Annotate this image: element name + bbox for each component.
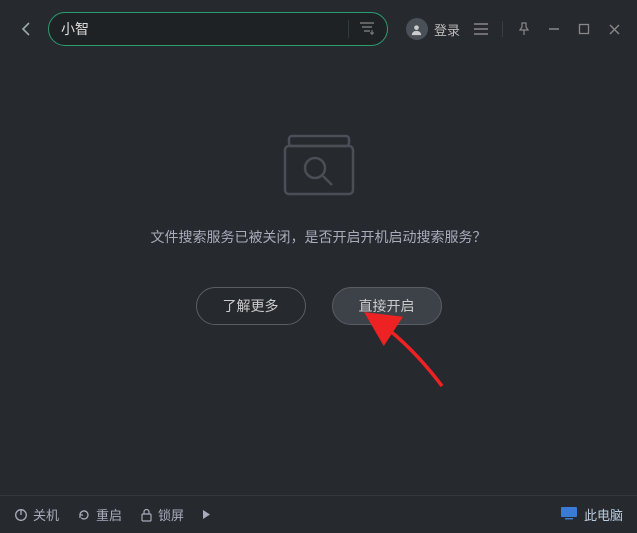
learn-more-button[interactable]: 了解更多 — [196, 287, 306, 325]
pin-icon[interactable] — [515, 20, 533, 38]
minimize-icon[interactable] — [545, 20, 563, 38]
maximize-icon[interactable] — [575, 20, 593, 38]
login-label: 登录 — [434, 20, 460, 39]
this-pc-button[interactable]: 此电脑 — [560, 505, 623, 524]
lock-label: 锁屏 — [158, 505, 184, 524]
enable-now-button[interactable]: 直接开启 — [332, 287, 442, 325]
avatar-icon — [406, 18, 428, 40]
filter-icon[interactable] — [359, 21, 375, 37]
login-button[interactable]: 登录 — [406, 18, 460, 40]
lock-button[interactable]: 锁屏 — [140, 505, 184, 524]
divider — [502, 21, 503, 37]
empty-message: 文件搜索服务已被关闭，是否开启开机启动搜索服务？ — [151, 227, 487, 247]
back-button[interactable] — [14, 17, 38, 41]
search-box[interactable] — [48, 12, 388, 46]
play-icon[interactable] — [202, 509, 211, 520]
bottom-bar: 关机 重启 锁屏 此电脑 — [0, 495, 637, 533]
shutdown-label: 关机 — [33, 505, 59, 524]
menu-icon[interactable] — [472, 20, 490, 38]
close-icon[interactable] — [605, 20, 623, 38]
restart-label: 重启 — [96, 505, 122, 524]
computer-icon — [560, 506, 578, 523]
main-content: 文件搜索服务已被关闭，是否开启开机启动搜索服务？ 了解更多 直接开启 — [0, 60, 637, 493]
restart-button[interactable]: 重启 — [77, 505, 122, 524]
this-pc-label: 此电脑 — [584, 505, 623, 524]
shutdown-button[interactable]: 关机 — [14, 505, 59, 524]
search-input[interactable] — [61, 21, 348, 37]
empty-state-icon — [279, 130, 359, 205]
